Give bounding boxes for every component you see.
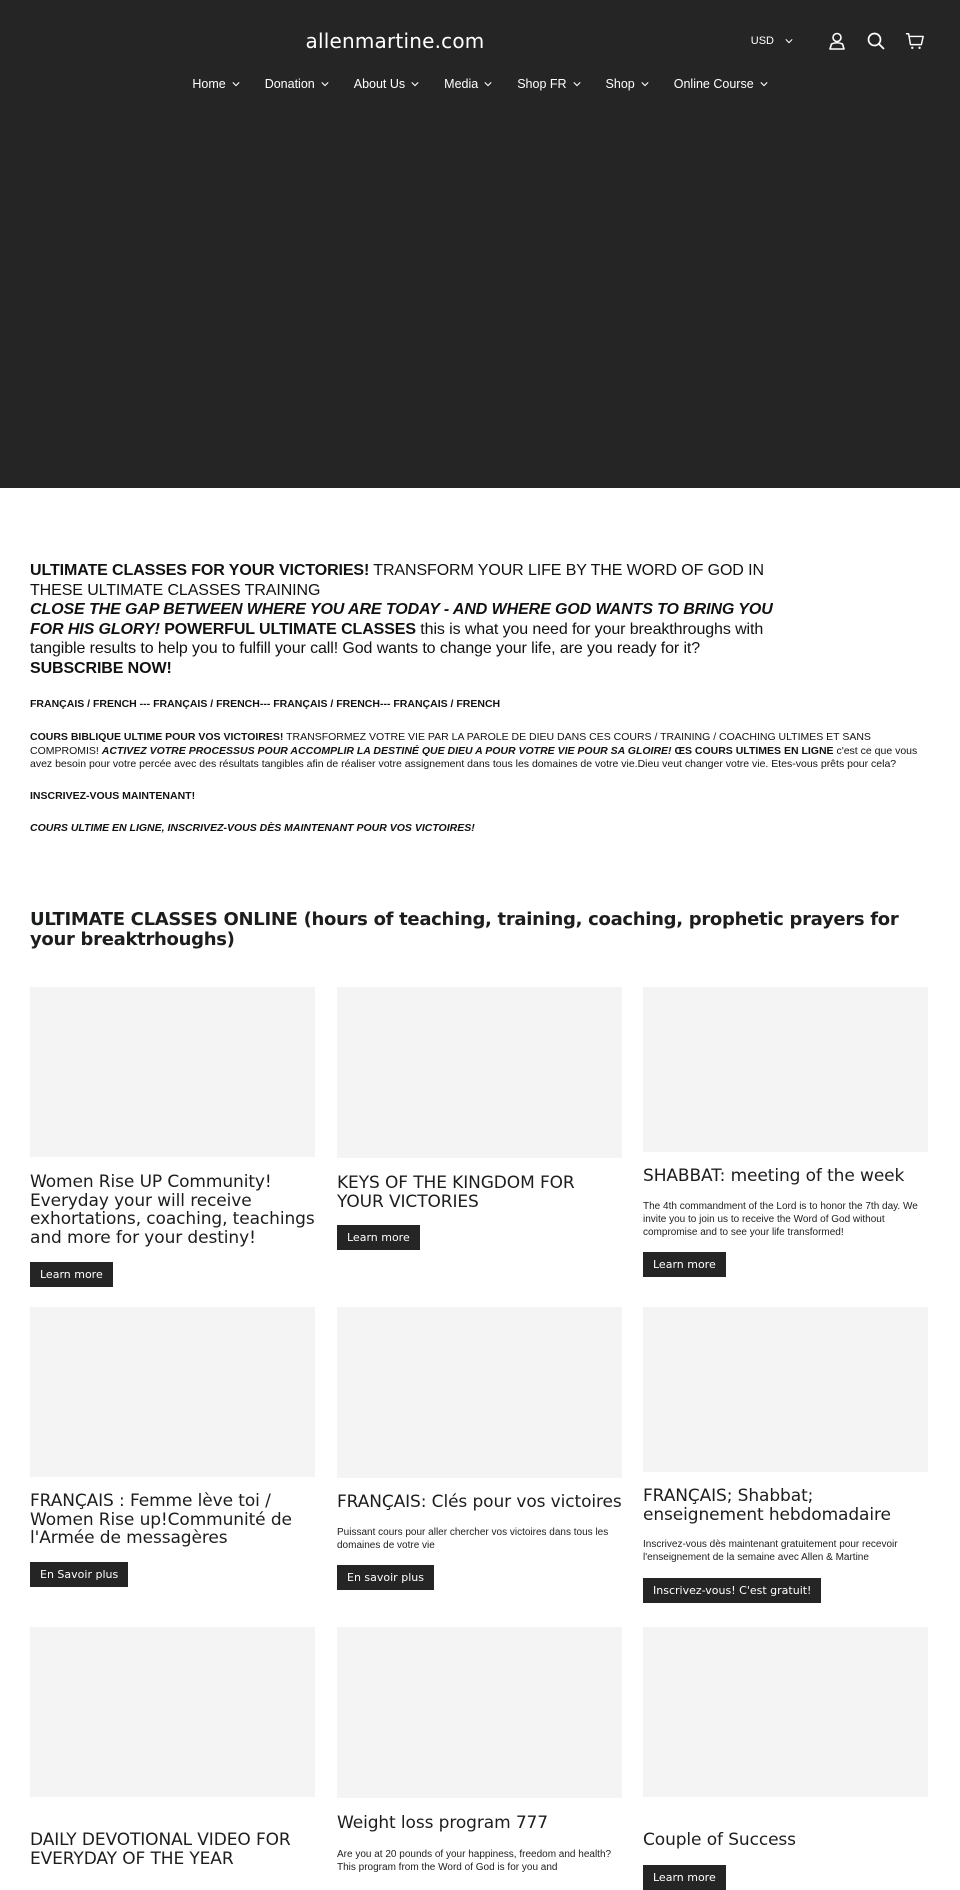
en-savoir-plus-button[interactable]: En Savoir plus bbox=[30, 1561, 129, 1587]
nav-item-media[interactable]: Media bbox=[432, 77, 505, 91]
chevron-down-icon bbox=[641, 81, 649, 87]
card-image[interactable] bbox=[643, 1627, 928, 1797]
french-subscribe: INSCRIVEZ-VOUS MAINTENANT! bbox=[30, 790, 196, 802]
intro-paragraph-2: CLOSE THE GAP BETWEEN WHERE YOU ARE TODA… bbox=[30, 600, 790, 659]
card-image[interactable] bbox=[30, 1307, 315, 1477]
card-image[interactable] bbox=[643, 1307, 928, 1472]
en-savoir-plus-button[interactable]: En savoir plus bbox=[337, 1565, 434, 1591]
nav-item-online-course[interactable]: Online Course bbox=[661, 77, 780, 91]
nav-item-donation[interactable]: Donation bbox=[252, 77, 341, 91]
intro-paragraph-1: ULTIMATE CLASSES FOR YOUR VICTORIES! TRA… bbox=[30, 561, 790, 600]
card-image[interactable] bbox=[337, 987, 622, 1158]
french-body: COURS BIBLIQUE ULTIME POUR VOS VICTOIRES… bbox=[30, 731, 930, 772]
currency-label: USD bbox=[750, 35, 774, 47]
intro-headline: ULTIMATE CLASSES FOR YOUR VICTORIES! bbox=[30, 562, 370, 579]
nav-item-home[interactable]: Home bbox=[180, 77, 252, 91]
card-description: Are you at 20 pounds of your happiness, … bbox=[337, 1848, 612, 1873]
nav-item-label: Shop FR bbox=[517, 77, 567, 91]
card-title[interactable]: KEYS OF THE KINGDOM FOR YOUR VICTORIES bbox=[337, 1174, 622, 1211]
card-title[interactable]: FRANÇAIS: Clés pour vos victoires bbox=[337, 1493, 622, 1512]
french-courses: ŒS COURS ULTIMES EN LIGNE bbox=[671, 744, 834, 757]
intro-powerful: POWERFUL ULTIMATE CLASSES bbox=[159, 620, 416, 638]
chevron-down-icon bbox=[484, 81, 492, 87]
nav-item-label: About Us bbox=[353, 77, 406, 91]
nav-item-about-us[interactable]: About Us bbox=[341, 77, 431, 91]
french-emphasis: ACTIVEZ VOTRE PROCESSUS POUR ACCOMPLIR L… bbox=[101, 744, 672, 757]
nav-item-shop[interactable]: Shop bbox=[593, 77, 661, 91]
course-card: SHABBAT: meeting of the week The 4th com… bbox=[643, 987, 928, 1278]
course-card: Couple of Success Learn more bbox=[643, 1627, 928, 1890]
nav-item-label: Donation bbox=[264, 77, 315, 91]
section-title: ULTIMATE CLASSES ONLINE (hours of teachi… bbox=[30, 909, 899, 950]
learn-more-button[interactable]: Learn more bbox=[643, 1864, 726, 1890]
site-header: allenmartine.com USD Home Donation About… bbox=[0, 0, 960, 488]
card-title[interactable]: DAILY DEVOTIONAL VIDEO FOR EVERYDAY OF T… bbox=[30, 1831, 315, 1868]
chevron-down-icon bbox=[232, 81, 240, 87]
subscribe-free-button[interactable]: Inscrivez-vous! C'est gratuit! bbox=[643, 1577, 822, 1603]
header-tools: USD bbox=[751, 30, 926, 52]
french-headline: COURS BIBLIQUE ULTIME POUR VOS VICTOIRES… bbox=[30, 731, 284, 743]
course-card: DAILY DEVOTIONAL VIDEO FOR EVERYDAY OF T… bbox=[30, 1627, 315, 1868]
course-card: FRANÇAIS : Femme lève toi / Women Rise u… bbox=[30, 1307, 315, 1587]
currency-selector[interactable]: USD bbox=[751, 35, 793, 47]
card-description: The 4th commandment of the Lord is to ho… bbox=[643, 1200, 918, 1239]
card-image[interactable] bbox=[643, 987, 928, 1152]
nav-item-label: Media bbox=[444, 77, 479, 91]
card-title[interactable]: SHABBAT: meeting of the week bbox=[643, 1167, 928, 1186]
nav-item-label: Home bbox=[192, 77, 226, 91]
account-icon[interactable] bbox=[826, 30, 848, 52]
card-description: Puissant cours pour aller chercher vos v… bbox=[337, 1526, 609, 1551]
card-image[interactable] bbox=[30, 987, 315, 1157]
card-title[interactable]: Weight loss program 777 bbox=[337, 1814, 622, 1833]
nav-item-label: Online Course bbox=[673, 77, 754, 91]
card-image[interactable] bbox=[337, 1627, 622, 1798]
cart-icon[interactable] bbox=[904, 30, 926, 52]
search-icon[interactable] bbox=[865, 30, 887, 52]
intro-subscribe: SUBSCRIBE NOW! bbox=[30, 659, 172, 677]
learn-more-button[interactable]: Learn more bbox=[337, 1225, 420, 1250]
card-image[interactable] bbox=[30, 1627, 315, 1797]
card-title[interactable]: Women Rise UP Community! Everyday your w… bbox=[30, 1173, 315, 1247]
chevron-down-icon bbox=[760, 81, 768, 87]
intro-text: ULTIMATE CLASSES FOR YOUR VICTORIES! TRA… bbox=[30, 561, 790, 679]
course-card: Women Rise UP Community! Everyday your w… bbox=[30, 987, 315, 1287]
learn-more-button[interactable]: Learn more bbox=[30, 1262, 113, 1287]
card-image[interactable] bbox=[337, 1307, 622, 1478]
chevron-down-icon bbox=[411, 81, 419, 87]
french-header-line: FRANÇAIS / FRENCH --- FRANÇAIS / FRENCH-… bbox=[30, 698, 501, 710]
main-nav: Home Donation About Us Media Shop FR Sho… bbox=[0, 77, 960, 91]
site-title[interactable]: allenmartine.com bbox=[0, 29, 790, 53]
course-card: FRANÇAIS; Shabbat; enseignement hebdomad… bbox=[643, 1307, 928, 1603]
card-title[interactable]: FRANÇAIS : Femme lève toi / Women Rise u… bbox=[30, 1492, 315, 1548]
intro-paragraph-3: SUBSCRIBE NOW! bbox=[30, 659, 790, 679]
chevron-down-icon bbox=[572, 81, 581, 87]
nav-item-shop-fr[interactable]: Shop FR bbox=[505, 77, 593, 91]
course-card: KEYS OF THE KINGDOM FOR YOUR VICTORIES L… bbox=[337, 987, 622, 1250]
card-title[interactable]: Couple of Success bbox=[643, 1831, 928, 1850]
course-card: Weight loss program 777 Are you at 20 po… bbox=[337, 1627, 622, 1874]
chevron-down-icon bbox=[785, 38, 793, 44]
course-card: FRANÇAIS: Clés pour vos victoires Puissa… bbox=[337, 1307, 622, 1591]
french-tagline: COURS ULTIME EN LIGNE, INSCRIVEZ-VOUS DÈ… bbox=[30, 822, 475, 834]
card-title[interactable]: FRANÇAIS; Shabbat; enseignement hebdomad… bbox=[643, 1487, 928, 1524]
nav-item-label: Shop bbox=[605, 77, 635, 91]
learn-more-button[interactable]: Learn more bbox=[643, 1252, 726, 1278]
chevron-down-icon bbox=[321, 81, 329, 87]
card-description: Inscrivez-vous dès maintenant gratuiteme… bbox=[643, 1539, 898, 1564]
